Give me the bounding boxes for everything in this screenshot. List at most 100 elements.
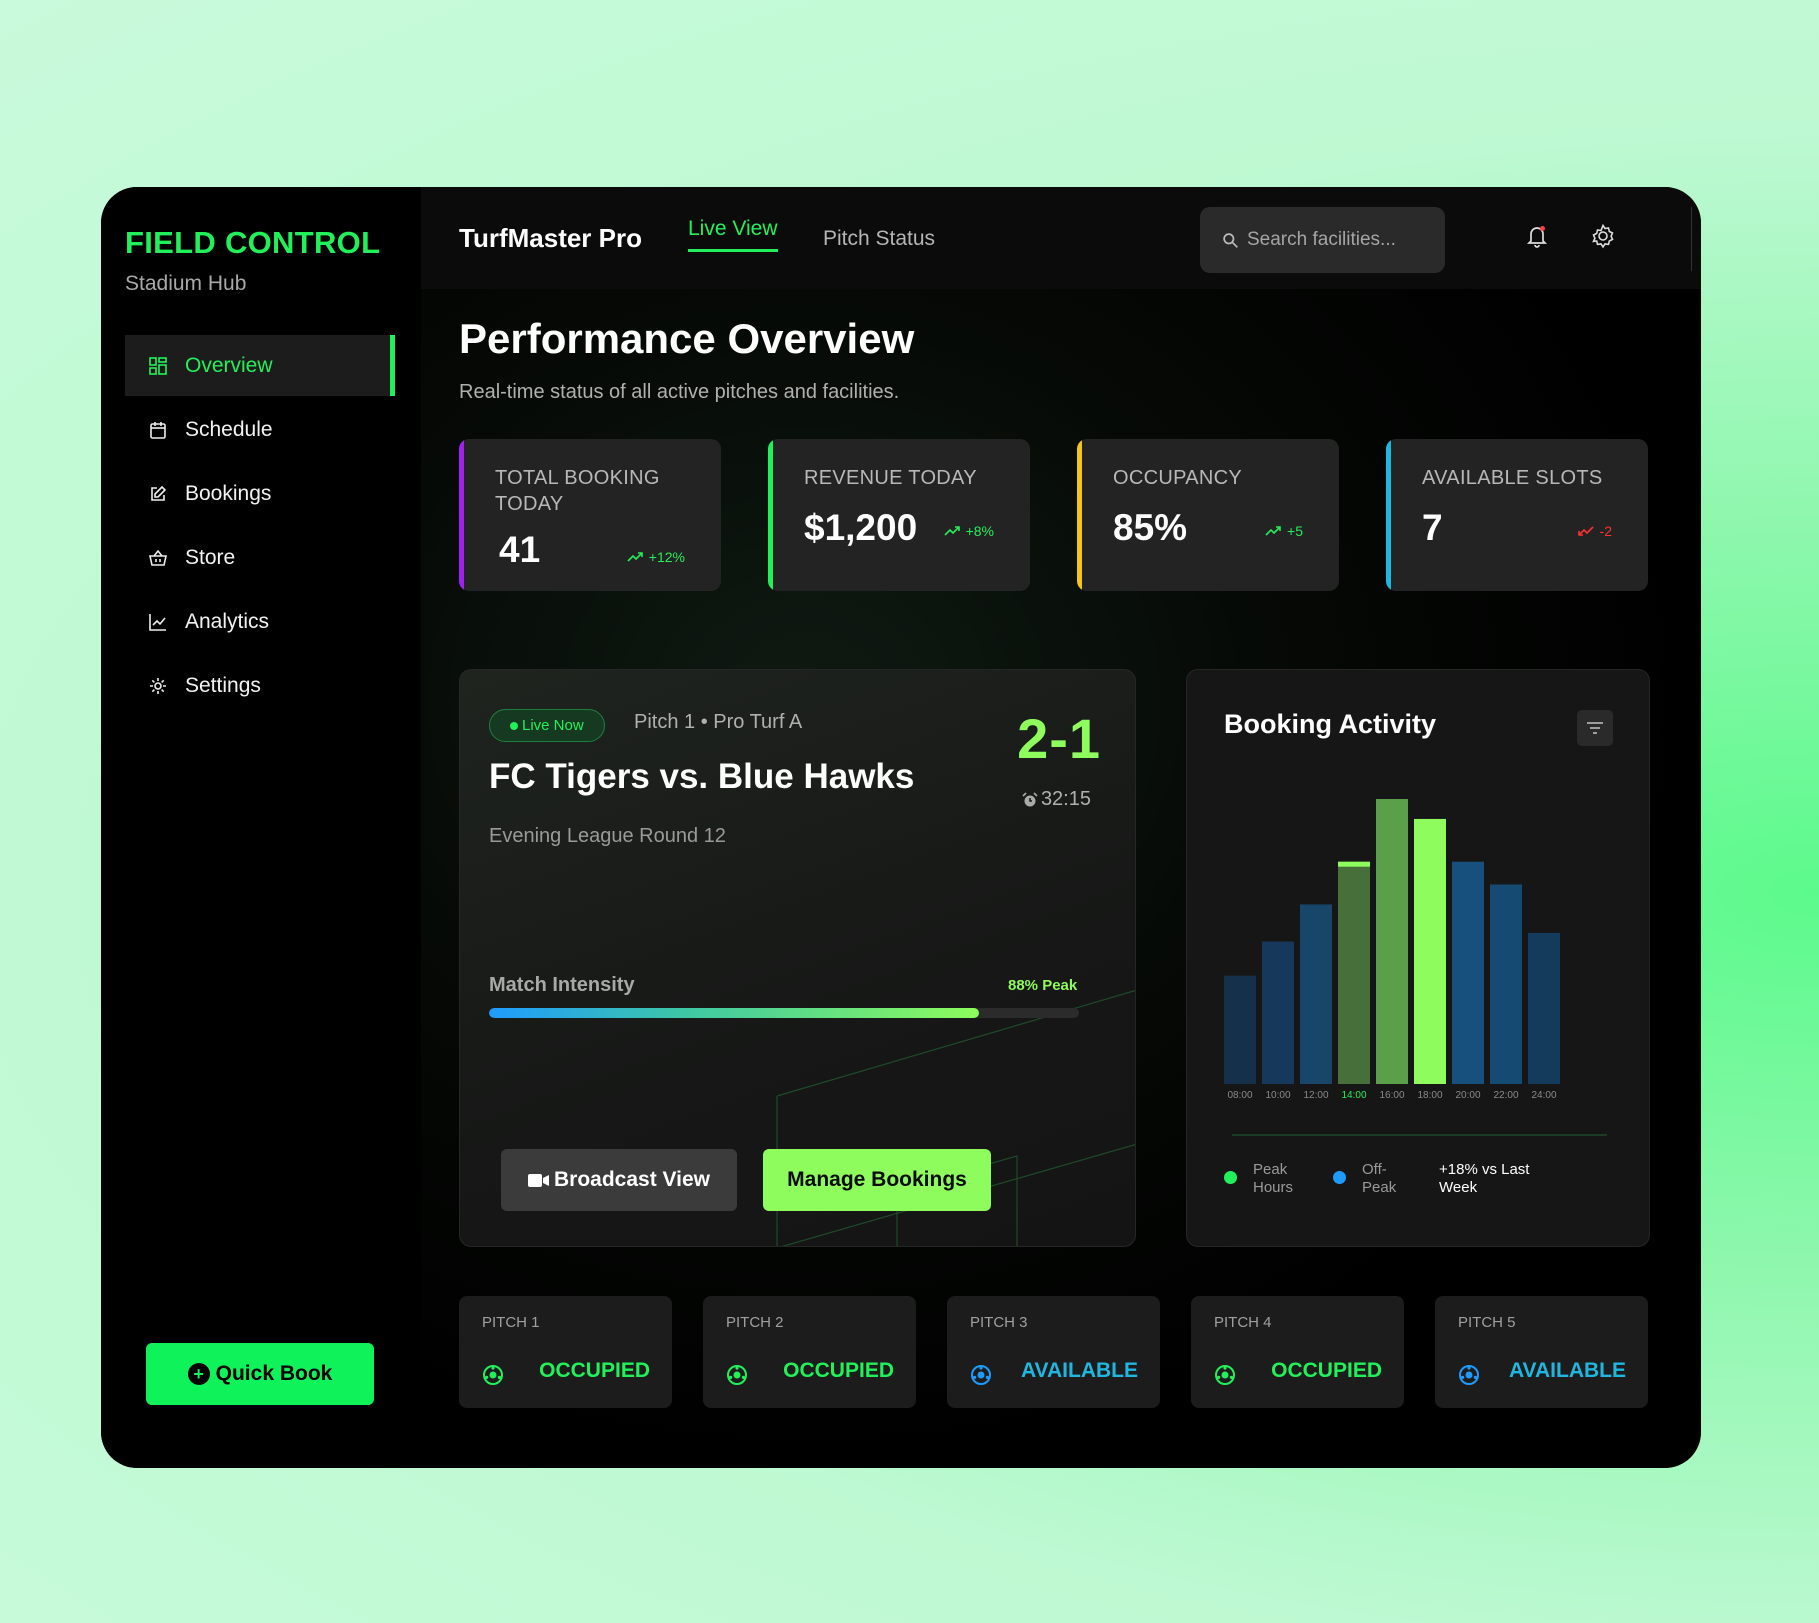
sidebar-item-schedule[interactable]: Schedule — [125, 399, 395, 460]
plus-circle-icon: + — [187, 1363, 210, 1385]
stat-delta-text: +12% — [648, 549, 685, 565]
quick-book-label: Quick Book — [215, 1362, 333, 1385]
brand-subtitle: Stadium Hub — [125, 272, 247, 295]
stat-label: OCCUPANCY — [1113, 467, 1243, 489]
sidebar-item-label: Bookings — [185, 481, 272, 505]
notification-button[interactable] — [1522, 221, 1552, 251]
match-round: Evening League Round 12 — [489, 825, 726, 847]
match-score: 2-1 — [1017, 707, 1101, 770]
legend-compare: +18% vs Last Week — [1439, 1161, 1530, 1196]
soccer-ball-icon — [483, 1365, 503, 1385]
sidebar-nav: Overview Schedule Bookings Store Analyti… — [125, 335, 395, 719]
chart-tick-label: 20:00 — [1455, 1090, 1480, 1101]
soccer-ball-icon — [727, 1365, 747, 1385]
chart-bar — [1376, 799, 1408, 1084]
chart-tick-label: 24:00 — [1531, 1090, 1556, 1101]
tab-pitch-status[interactable]: Pitch Status — [823, 227, 935, 251]
pitch-card-3[interactable]: PITCH 3 AVAILABLE — [947, 1296, 1160, 1408]
intensity-label: Match Intensity — [489, 974, 635, 996]
header-divider — [1691, 207, 1692, 271]
gear-icon — [147, 675, 169, 697]
chart-bar — [1414, 818, 1446, 1084]
stat-label: TOTAL BOOKING TODAY — [495, 467, 660, 515]
sidebar-item-store[interactable]: Store — [125, 527, 395, 588]
legend-label: Off-Peak — [1362, 1161, 1397, 1196]
soccer-ball-icon — [1459, 1365, 1479, 1385]
chart-tick-label: 22:00 — [1493, 1090, 1518, 1101]
alarm-clock-icon — [1022, 791, 1038, 806]
chart-bar — [1224, 975, 1256, 1084]
pitch-card-1[interactable]: PITCH 1 OCCUPIED — [459, 1296, 672, 1408]
chart-bar — [1528, 932, 1560, 1084]
chart-tick-label: 08:00 — [1227, 1090, 1252, 1101]
search-icon — [1223, 232, 1238, 248]
pitch-card-5[interactable]: PITCH 5 AVAILABLE — [1435, 1296, 1648, 1408]
broadcast-view-label: Broadcast View — [553, 1168, 710, 1191]
page-subtitle: Real-time status of all active pitches a… — [459, 381, 900, 403]
main-content: Performance Overview Real-time status of… — [421, 289, 1701, 1468]
intensity-bar-fill — [489, 1008, 979, 1018]
pitch-card-4[interactable]: PITCH 4 OCCUPIED — [1191, 1296, 1404, 1408]
chart-line-icon — [147, 611, 169, 633]
sidebar-item-label: Overview — [185, 353, 273, 377]
sidebar-item-overview[interactable]: Overview — [125, 335, 395, 396]
pitch-status: AVAILABLE — [1020, 1359, 1138, 1382]
pitch-status: OCCUPIED — [1271, 1359, 1382, 1382]
search-input[interactable] — [1247, 229, 1437, 251]
tab-live-view[interactable]: Live View — [688, 217, 778, 252]
stat-value: $1,200 — [804, 507, 918, 548]
chart-tick-label: 12:00 — [1303, 1090, 1328, 1101]
sidebar-item-settings[interactable]: Settings — [125, 655, 395, 716]
stat-value: 41 — [499, 529, 541, 570]
basket-icon — [147, 547, 169, 569]
sidebar-item-label: Analytics — [185, 609, 270, 633]
video-camera-icon — [527, 1173, 549, 1187]
pitch-card-2[interactable]: PITCH 2 OCCUPIED — [703, 1296, 916, 1408]
stat-delta: +5 — [1265, 523, 1303, 539]
chart-tick-label: 18:00 — [1417, 1090, 1442, 1101]
stat-card-available-slots: AVAILABLE SLOTS 7 -2 — [1386, 439, 1648, 591]
page-title: Performance Overview — [459, 315, 915, 362]
trend-up-icon — [1265, 526, 1281, 536]
manage-bookings-button[interactable]: Manage Bookings — [763, 1149, 991, 1211]
quick-book-button[interactable]: + Quick Book — [146, 1343, 374, 1405]
top-bar: TurfMaster Pro Live View Pitch Status — [421, 187, 1701, 289]
booking-activity-card: Booking Activity 08:00 10:00 12:00 14:00 16:… — [1186, 669, 1650, 1247]
broadcast-view-button[interactable]: Broadcast View — [501, 1149, 737, 1211]
pitch-name: PITCH 4 — [1214, 1314, 1272, 1331]
soccer-ball-icon — [1215, 1365, 1235, 1385]
pitch-name: PITCH 2 — [726, 1314, 784, 1331]
sidebar-item-analytics[interactable]: Analytics — [125, 591, 395, 652]
stat-value: 7 — [1422, 507, 1443, 548]
settings-button[interactable] — [1588, 221, 1618, 251]
match-time-text: 32:15 — [1040, 788, 1091, 810]
pitch-name: PITCH 3 — [970, 1314, 1028, 1331]
sidebar: FIELD CONTROL Stadium Hub Overview Sched… — [101, 187, 421, 1468]
sidebar-item-label: Schedule — [185, 417, 273, 441]
stat-card-occupancy: OCCUPANCY 85% +5 — [1077, 439, 1339, 591]
chart-tick-label: 10:00 — [1265, 1090, 1290, 1101]
chart-bar — [1300, 904, 1332, 1084]
grid-icon — [147, 355, 169, 377]
trend-up-icon — [944, 526, 960, 536]
app-window: FIELD CONTROL Stadium Hub Overview Sched… — [101, 187, 1701, 1468]
sidebar-item-label: Settings — [185, 673, 261, 697]
legend-dot — [1224, 1171, 1237, 1184]
pitch-name: PITCH 1 — [482, 1314, 540, 1331]
sidebar-item-label: Store — [185, 545, 236, 569]
chart-bar-highlight-cap — [1338, 861, 1370, 867]
soccer-ball-icon — [971, 1365, 991, 1385]
chart-tick-label: 14:00 — [1341, 1090, 1366, 1101]
stat-delta-text: +8% — [965, 523, 994, 539]
gear-icon — [1592, 223, 1614, 249]
search-box[interactable] — [1200, 207, 1445, 273]
stat-card-revenue: REVENUE TODAY $1,200 +8% — [768, 439, 1030, 591]
live-badge-text: Live Now — [522, 717, 584, 734]
intensity-bar — [489, 1008, 1079, 1018]
sidebar-item-bookings[interactable]: Bookings — [125, 463, 395, 524]
live-badge: Live Now — [489, 709, 605, 742]
pitch-label: Pitch 1 • Pro Turf A — [634, 711, 803, 733]
stat-delta: +8% — [944, 523, 994, 539]
pitch-status: AVAILABLE — [1508, 1359, 1626, 1382]
legend-dot — [1333, 1171, 1346, 1184]
